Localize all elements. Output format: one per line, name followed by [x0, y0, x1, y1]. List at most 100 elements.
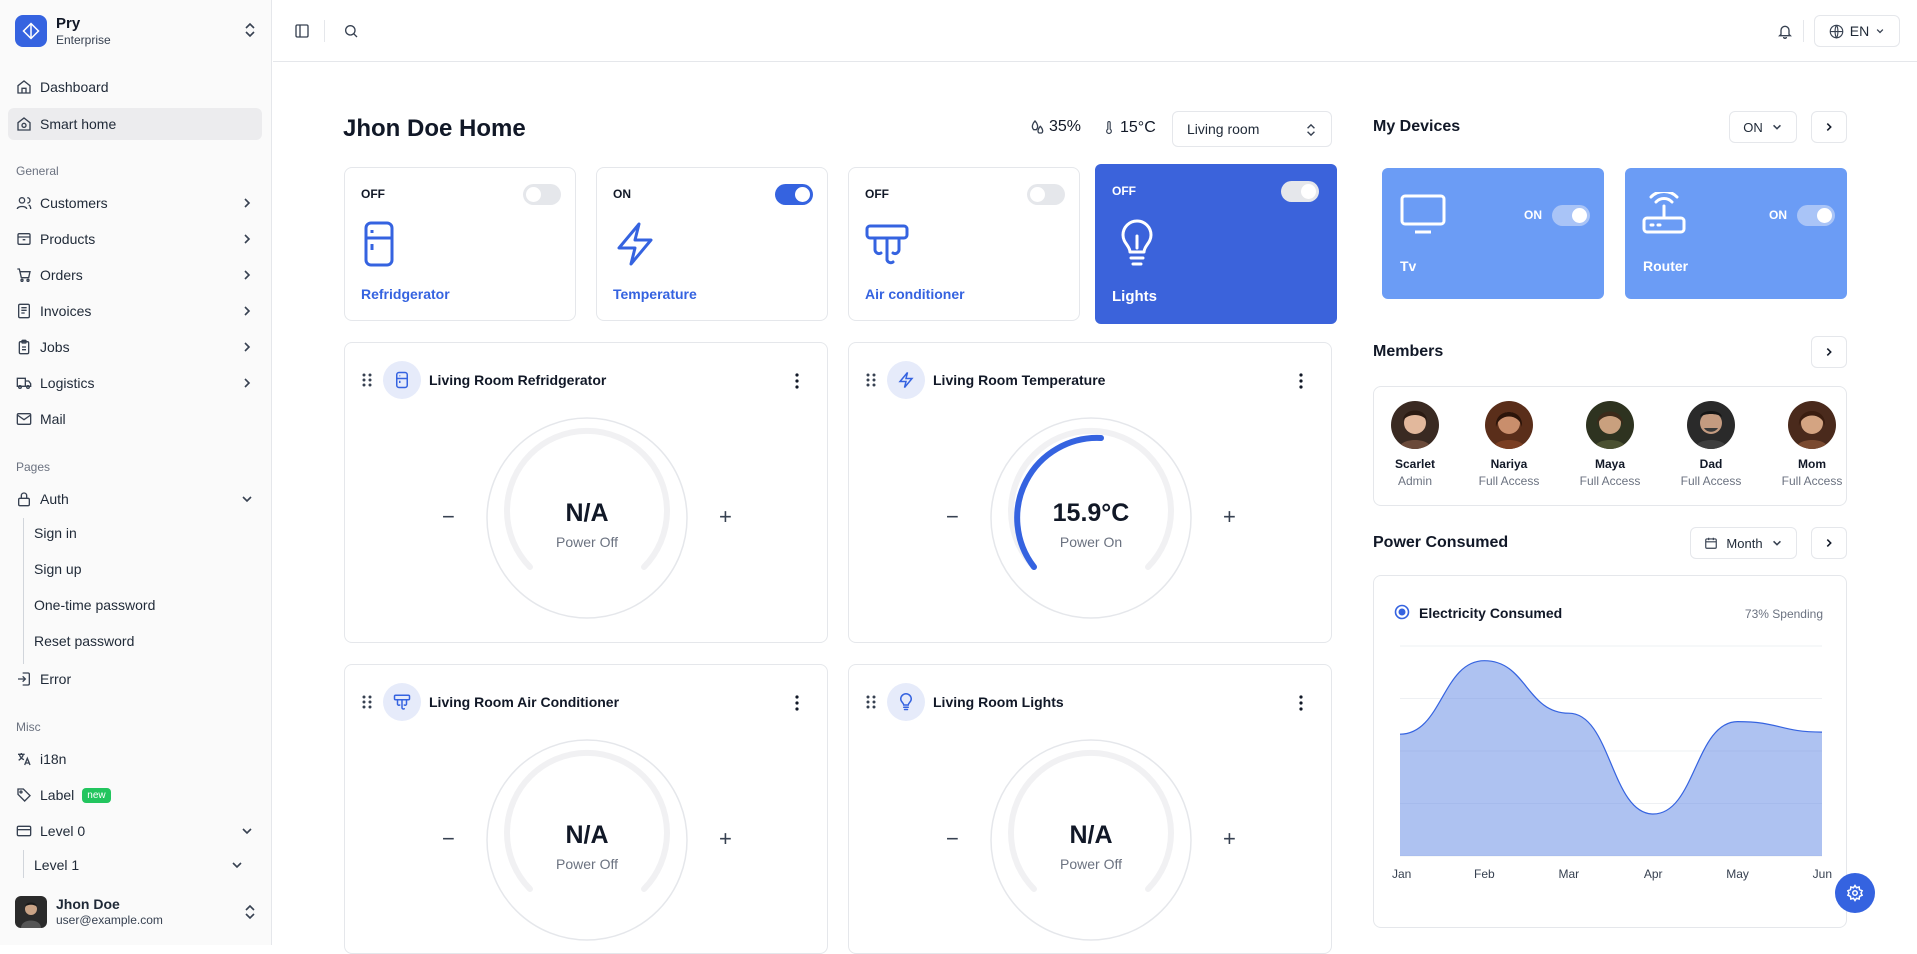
avatar — [1586, 401, 1634, 449]
my-devices-filter[interactable]: ON — [1729, 111, 1797, 143]
bulb-icon — [1115, 218, 1159, 268]
device-label: Lights — [1112, 288, 1157, 305]
sidebar-item-label: Mail — [40, 411, 66, 427]
sidebar-item-label: Level 1 — [34, 857, 80, 873]
member-card[interactable]: Maya Full Access — [1570, 401, 1650, 488]
section-label-misc: Misc — [16, 720, 41, 734]
device-toggle[interactable] — [1552, 205, 1590, 226]
decrease-button[interactable]: − — [442, 506, 455, 528]
device-state: OFF — [361, 187, 385, 201]
settings-fab[interactable] — [1835, 873, 1875, 913]
increase-button[interactable]: + — [1223, 828, 1236, 850]
increase-button[interactable]: + — [1223, 506, 1236, 528]
temperature-stat: 15°C — [1102, 118, 1156, 138]
sidebar-item-label: Error — [40, 671, 72, 687]
member-card[interactable]: Mom Full Access — [1772, 401, 1852, 488]
device-card-lights[interactable]: OFF Lights — [1095, 164, 1337, 324]
more-options-icon[interactable] — [1299, 695, 1303, 711]
members-next-button[interactable] — [1811, 336, 1847, 368]
home-icon — [16, 79, 32, 95]
users-icon — [16, 195, 32, 211]
clipboard-icon — [16, 339, 32, 355]
decrease-button[interactable]: − — [442, 828, 455, 850]
dial-status: Power Off — [556, 856, 618, 872]
sidebar-subitem-sign-up[interactable]: Sign up — [34, 555, 259, 583]
member-card[interactable]: Dad Full Access — [1671, 401, 1751, 488]
sidebar-item-jobs[interactable]: Jobs — [8, 331, 262, 363]
sidebar-subitem-otp[interactable]: One-time password — [34, 591, 259, 619]
drag-handle-icon[interactable] — [361, 694, 373, 710]
cart-icon — [16, 267, 32, 283]
device-card-refridgerator[interactable]: OFF Refridgerator — [344, 167, 576, 321]
more-options-icon[interactable] — [1299, 373, 1303, 389]
chevron-down-icon — [242, 828, 252, 835]
my-devices-next-button[interactable] — [1811, 111, 1847, 143]
sidebar-subitem-sign-in[interactable]: Sign in — [34, 519, 259, 547]
sidebar-item-orders[interactable]: Orders — [8, 259, 262, 291]
more-options-icon[interactable] — [795, 373, 799, 389]
member-role: Admin — [1397, 474, 1432, 488]
sidebar-item-error[interactable]: Error — [8, 663, 262, 695]
period-select[interactable]: Month — [1690, 527, 1797, 559]
room-select[interactable]: Living room — [1172, 111, 1332, 147]
device-state: ON — [1524, 208, 1542, 222]
sidebar-subitem-reset-password[interactable]: Reset password — [34, 627, 259, 655]
series-area — [1400, 660, 1822, 856]
sidebar-item-logistics[interactable]: Logistics — [8, 367, 262, 399]
x-tick-label: May — [1726, 867, 1749, 881]
brand-switcher[interactable]: Pry Enterprise — [15, 14, 257, 48]
chevron-right-icon — [244, 342, 251, 352]
increase-button[interactable]: + — [719, 506, 732, 528]
sidebar-item-mail[interactable]: Mail — [8, 403, 262, 435]
decrease-button[interactable]: − — [946, 828, 959, 850]
sidebar-item-level-0[interactable]: Level 0 — [8, 815, 262, 847]
globe-icon — [1829, 24, 1844, 39]
sidebar-item-label[interactable]: Label new — [8, 779, 262, 811]
drag-handle-icon[interactable] — [865, 694, 877, 710]
x-tick-label: Mar — [1558, 867, 1579, 881]
drag-handle-icon[interactable] — [361, 372, 373, 388]
my-device-tv[interactable]: ON Tv — [1382, 168, 1604, 299]
device-card-temperature[interactable]: ON Temperature — [596, 167, 828, 321]
sidebar-item-label: Invoices — [40, 303, 92, 319]
sidebar-subitem-level-1[interactable]: Level 1 — [34, 851, 259, 879]
spending-label: 73% Spending — [1744, 607, 1823, 621]
panel-title: Living Room Refridgerator — [429, 372, 607, 388]
member-card[interactable]: Nariya Full Access — [1469, 401, 1549, 488]
language-label: EN — [1849, 23, 1870, 39]
device-toggle[interactable] — [1027, 184, 1065, 205]
sidebar-toggle-button[interactable] — [290, 19, 314, 43]
radio-selected-icon[interactable] — [1394, 604, 1410, 620]
sidebar-item-i18n[interactable]: i18n — [8, 743, 262, 775]
sidebar-item-products[interactable]: Products — [8, 223, 262, 255]
sidebar-item-customers[interactable]: Customers — [8, 187, 262, 219]
device-toggle[interactable] — [1281, 181, 1319, 202]
user-menu[interactable]: Jhon Doe user@example.com — [15, 895, 257, 929]
drag-handle-icon[interactable] — [865, 372, 877, 388]
member-role: Full Access — [1478, 474, 1540, 488]
device-toggle[interactable] — [523, 184, 561, 205]
member-card[interactable]: Scarlet Admin — [1375, 401, 1455, 488]
notifications-button[interactable] — [1773, 19, 1797, 43]
avatar — [1687, 401, 1735, 449]
dial: N/A Power Off — [486, 739, 688, 941]
bolt-icon — [887, 361, 925, 399]
members-list: Scarlet Admin Nariya Full Access Maya Fu… — [1373, 386, 1847, 506]
sidebar-item-auth[interactable]: Auth — [8, 483, 262, 515]
sidebar-item-dashboard[interactable]: Dashboard — [8, 71, 262, 103]
device-toggle[interactable] — [1797, 205, 1835, 226]
chevron-down-icon — [242, 496, 252, 503]
sidebar-item-smart-home[interactable]: Smart home — [8, 108, 262, 140]
sidebar-item-invoices[interactable]: Invoices — [8, 295, 262, 327]
device-toggle[interactable] — [775, 184, 813, 205]
power-next-button[interactable] — [1811, 527, 1847, 559]
my-device-router[interactable]: ON Router — [1625, 168, 1847, 299]
panel-title: Living Room Temperature — [933, 372, 1106, 388]
language-button[interactable]: EN — [1814, 15, 1900, 47]
chevron-right-icon — [244, 378, 251, 388]
decrease-button[interactable]: − — [946, 506, 959, 528]
search-button[interactable] — [339, 19, 363, 43]
increase-button[interactable]: + — [719, 828, 732, 850]
more-options-icon[interactable] — [795, 695, 799, 711]
device-card-air-conditioner[interactable]: OFF Air conditioner — [848, 167, 1080, 321]
